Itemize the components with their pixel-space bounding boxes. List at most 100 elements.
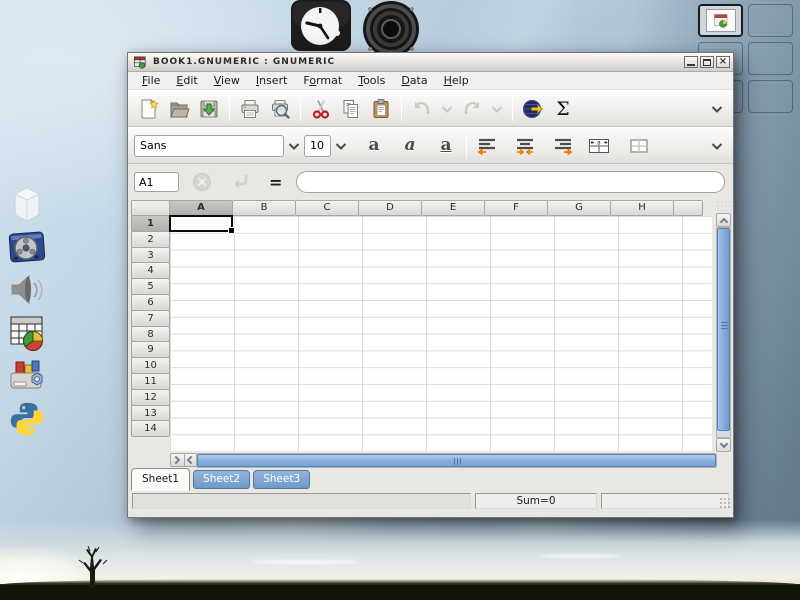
pager-cell-6[interactable] bbox=[748, 80, 793, 113]
menu-data[interactable]: Data bbox=[393, 73, 435, 88]
undo-button[interactable] bbox=[407, 94, 437, 124]
column-header-d[interactable]: D bbox=[358, 200, 422, 216]
column-header-a[interactable]: A bbox=[169, 200, 233, 216]
pager-cell-1[interactable] bbox=[698, 4, 743, 37]
scroll-down-button[interactable] bbox=[716, 438, 731, 452]
pager-cell-4[interactable] bbox=[748, 42, 793, 75]
formula-input[interactable] bbox=[296, 171, 725, 193]
close-button[interactable]: × bbox=[716, 56, 730, 68]
row-header-2[interactable]: 2 bbox=[131, 231, 170, 248]
vertical-scroll-track[interactable] bbox=[716, 227, 731, 438]
cut-button[interactable] bbox=[306, 94, 336, 124]
align-center-button[interactable] bbox=[510, 131, 540, 161]
undo-dropdown-button[interactable] bbox=[437, 94, 457, 124]
font-name-input[interactable] bbox=[134, 135, 284, 157]
horizontal-scroll-track[interactable] bbox=[196, 453, 717, 468]
select-all-corner[interactable] bbox=[131, 200, 170, 216]
row-header-1[interactable]: 1 bbox=[131, 215, 170, 232]
cancel-button[interactable] bbox=[187, 167, 217, 197]
font-name-dropdown[interactable] bbox=[284, 131, 304, 161]
column-header-e[interactable]: E bbox=[421, 200, 485, 216]
column-header-c[interactable]: C bbox=[295, 200, 359, 216]
row-header-8[interactable]: 8 bbox=[131, 326, 170, 343]
tab-sheet2[interactable]: Sheet2 bbox=[193, 470, 250, 489]
column-header-h[interactable]: H bbox=[610, 200, 674, 216]
borders-button[interactable] bbox=[624, 131, 654, 161]
scroll-up-button[interactable] bbox=[716, 213, 731, 227]
vertical-scroll-thumb[interactable] bbox=[717, 228, 730, 431]
menu-file[interactable]: File bbox=[134, 73, 168, 88]
underline-button[interactable]: a bbox=[431, 131, 461, 161]
italic-button[interactable]: a bbox=[395, 131, 425, 161]
horizontal-scroll-thumb[interactable] bbox=[197, 454, 716, 467]
cell-selection-a1[interactable] bbox=[169, 215, 233, 232]
minimize-button[interactable] bbox=[684, 56, 698, 68]
video-player-icon[interactable] bbox=[6, 227, 48, 267]
align-right-button[interactable] bbox=[548, 131, 578, 161]
open-button[interactable] bbox=[164, 94, 194, 124]
redo-dropdown-button[interactable] bbox=[487, 94, 507, 124]
row-header-13[interactable]: 13 bbox=[131, 405, 170, 422]
sum-indicator: Sum=0 bbox=[475, 493, 597, 509]
row-header-12[interactable]: 12 bbox=[131, 389, 170, 406]
menu-edit[interactable]: Edit bbox=[168, 73, 205, 88]
pane-split-grip-vertical[interactable] bbox=[716, 200, 731, 213]
maximize-button[interactable] bbox=[700, 56, 714, 68]
row-header-5[interactable]: 5 bbox=[131, 278, 170, 295]
format-toolbar-overflow-button[interactable] bbox=[707, 131, 727, 161]
align-left-button[interactable] bbox=[472, 131, 502, 161]
volume-speaker-icon[interactable] bbox=[358, 0, 424, 58]
white-box-icon[interactable] bbox=[6, 184, 48, 224]
merge-cells-button[interactable]: a bbox=[584, 131, 614, 161]
package-manager-icon[interactable] bbox=[6, 356, 48, 396]
menu-view[interactable]: View bbox=[206, 73, 248, 88]
column-header-b[interactable]: B bbox=[232, 200, 296, 216]
row-header-10[interactable]: 10 bbox=[131, 357, 170, 374]
hyperlink-button[interactable] bbox=[518, 94, 548, 124]
font-size-dropdown[interactable] bbox=[331, 131, 351, 161]
paste-button[interactable] bbox=[366, 94, 396, 124]
row-header-14[interactable]: 14 bbox=[131, 420, 170, 437]
gnumeric-spreadsheet-icon[interactable] bbox=[6, 313, 48, 353]
python-icon[interactable] bbox=[6, 399, 48, 439]
audio-speaker-icon[interactable] bbox=[6, 270, 48, 310]
row-header-3[interactable]: 3 bbox=[131, 247, 170, 264]
desktop: BOOK1.GNUMERIC : GNUMERIC × FileEditView… bbox=[0, 0, 800, 600]
bold-icon: a bbox=[368, 137, 379, 154]
row-header-7[interactable]: 7 bbox=[131, 310, 170, 327]
save-button[interactable] bbox=[194, 94, 224, 124]
bold-button[interactable]: a bbox=[359, 131, 389, 161]
column-header-f[interactable]: F bbox=[484, 200, 548, 216]
row-header-9[interactable]: 9 bbox=[131, 341, 170, 358]
font-size-input[interactable] bbox=[304, 135, 331, 157]
menu-insert[interactable]: Insert bbox=[248, 73, 296, 88]
tab-sheet1[interactable]: Sheet1 bbox=[131, 468, 190, 491]
clock-icon[interactable] bbox=[290, 0, 352, 58]
menu-help[interactable]: Help bbox=[436, 73, 477, 88]
scroll-right-button[interactable] bbox=[170, 453, 185, 467]
column-header-g[interactable]: G bbox=[547, 200, 611, 216]
enter-button[interactable] bbox=[225, 167, 255, 197]
titlebar[interactable]: BOOK1.GNUMERIC : GNUMERIC × bbox=[128, 53, 733, 72]
menu-tools[interactable]: Tools bbox=[350, 73, 393, 88]
redo-button[interactable] bbox=[457, 94, 487, 124]
enter-icon bbox=[229, 172, 251, 192]
row-header-11[interactable]: 11 bbox=[131, 373, 170, 390]
menu-format[interactable]: Format bbox=[295, 73, 350, 88]
row-header-4[interactable]: 4 bbox=[131, 262, 170, 279]
cell-reference-input[interactable] bbox=[134, 172, 179, 192]
cloud bbox=[540, 554, 620, 558]
row-header-6[interactable]: 6 bbox=[131, 294, 170, 311]
new-button[interactable] bbox=[134, 94, 164, 124]
pager-cell-2[interactable] bbox=[748, 4, 793, 37]
window-resize-grip[interactable] bbox=[719, 497, 731, 509]
toolbar-overflow-button[interactable] bbox=[707, 94, 727, 124]
print-preview-button[interactable] bbox=[265, 94, 295, 124]
print-button[interactable] bbox=[235, 94, 265, 124]
sum-button[interactable]: Σ bbox=[548, 94, 578, 124]
copy-button[interactable] bbox=[336, 94, 366, 124]
column-header-partial[interactable] bbox=[673, 200, 703, 216]
tab-sheet3[interactable]: Sheet3 bbox=[253, 470, 310, 489]
sheet-grid[interactable] bbox=[170, 216, 712, 451]
desktop-shortcuts bbox=[6, 184, 48, 439]
